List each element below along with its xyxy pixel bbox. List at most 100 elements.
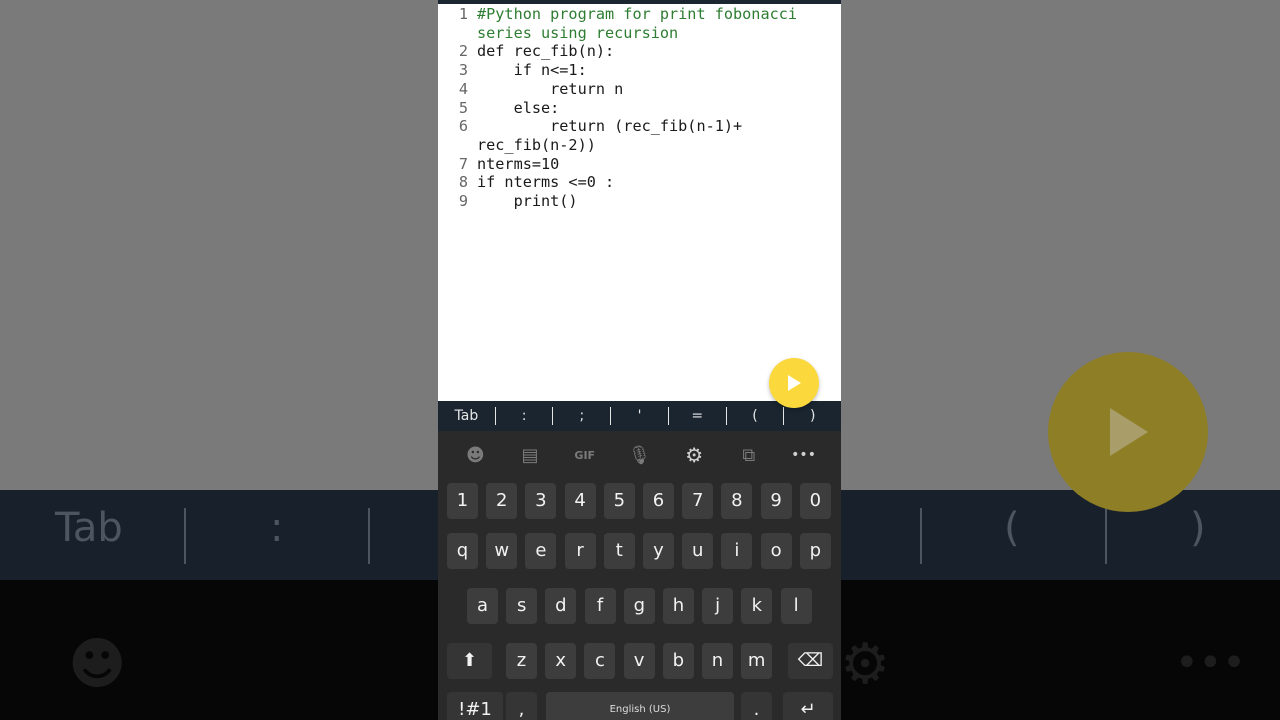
run-button[interactable] [769,358,819,408]
symbols-key[interactable]: !#1 [447,692,503,720]
key-z[interactable]: z [506,643,537,679]
code-line: 2 def rec_fib(n): [438,42,841,61]
line-number: 2 [458,42,468,61]
code-line: rec_fib(n-2)) [438,136,841,155]
background-open-paren-label: ( [1004,505,1020,551]
enter-key[interactable]: ↵ [783,692,833,720]
sticker-icon[interactable]: ▤ [510,445,550,466]
background-divider [368,508,370,564]
key-q[interactable]: q [447,533,478,569]
background-divider [920,508,922,564]
more-icon[interactable]: ••• [784,447,824,463]
symbol-key[interactable]: ' [611,408,668,424]
key-e[interactable]: e [525,533,557,569]
phone-screen: 1 #Python program for print fobonacci seri… [438,0,841,720]
background-more-icon: ••• [1175,640,1246,686]
key-m[interactable]: m [741,643,773,679]
key-a[interactable]: a [467,588,498,624]
key-0[interactable]: 0 [799,483,831,519]
key-1[interactable]: 1 [447,483,478,519]
line-number: 8 [458,173,468,192]
background-close-paren-label: ) [1190,505,1206,551]
line-text: def rec_fib(n): [477,42,615,61]
key-w[interactable]: w [486,533,518,569]
key-6[interactable]: 6 [643,483,674,519]
symbol-key[interactable]: ) [784,408,841,424]
shift-key[interactable]: ⬆ [447,643,492,679]
background-divider [1105,508,1107,564]
translate-icon[interactable]: ⧉ [729,445,769,466]
play-icon [788,375,801,391]
key-y[interactable]: y [643,533,674,569]
code-line: 7 nterms=10 [438,155,841,174]
key-u[interactable]: u [682,533,714,569]
key-7[interactable]: 7 [682,483,714,519]
line-number [438,24,468,43]
key-h[interactable]: h [663,588,694,624]
key-j[interactable]: j [702,588,734,624]
key-2[interactable]: 2 [486,483,518,519]
background-divider [184,508,186,564]
key-f[interactable]: f [584,588,616,624]
symbol-key[interactable]: ( [727,408,784,424]
line-text: if n<=1: [477,61,587,80]
code-line: 4 return n [438,80,841,99]
line-number: 7 [458,154,468,173]
key-3[interactable]: 3 [525,483,557,519]
backspace-key[interactable]: ⌫ [788,643,833,679]
key-4[interactable]: 4 [564,483,596,519]
line-text: print() [477,192,578,211]
key-t[interactable]: t [603,533,635,569]
line-number: 4 [458,79,468,98]
symbol-key[interactable]: ; [553,408,610,424]
line-number: 1 [458,5,468,23]
space-bar[interactable]: English (US) [546,692,734,720]
virtual-keyboard: ☻ ▤ GIF 🎙 ⚙ ⧉ ••• 1234567890 qwertyuiop as… [438,431,841,720]
code-editor[interactable]: 1 #Python program for print fobonacci seri… [438,4,841,401]
line-text: series using recursion [477,23,679,42]
line-text: rec_fib(n-2)) [477,135,596,154]
emoji-icon[interactable]: ☻ [455,445,495,466]
key-p[interactable]: p [799,533,831,569]
key-l[interactable]: l [780,588,812,624]
key-g[interactable]: g [623,588,655,624]
gif-icon[interactable]: GIF [565,449,605,462]
code-line: 8 if nterms <=0 : [438,173,841,192]
key-s[interactable]: s [506,588,538,624]
background-emoji-icon: ☻ [68,632,127,697]
key-9[interactable]: 9 [760,483,792,519]
key-o[interactable]: o [760,533,792,569]
key-b[interactable]: b [662,643,694,679]
key-d[interactable]: d [545,588,577,624]
keyboard-toolbar: ☻ ▤ GIF 🎙 ⚙ ⧉ ••• [438,431,841,479]
line-text: #Python program for print fobonacci [477,5,798,23]
settings-icon[interactable]: ⚙ [674,443,714,467]
key-x[interactable]: x [545,643,577,679]
line-number: 5 [458,98,468,117]
key-r[interactable]: r [564,533,596,569]
key-n[interactable]: n [702,643,733,679]
background-colon-label: : [270,505,284,551]
key-period[interactable]: . [741,692,772,720]
line-text: return n [477,79,624,98]
code-line: series using recursion [438,24,841,43]
key-8[interactable]: 8 [721,483,753,519]
key-i[interactable]: i [721,533,753,569]
key-comma[interactable]: , [506,692,537,720]
symbol-key[interactable]: Tab [438,408,495,424]
key-c[interactable]: c [584,643,616,679]
code-line: 1 #Python program for print fobonacci [438,5,841,24]
line-text: nterms=10 [477,154,560,173]
line-text: return (rec_fib(n-1)+ [477,117,743,136]
symbol-key[interactable]: = [669,408,726,424]
code-line: 9 print() [438,192,841,211]
line-number: 9 [458,192,468,211]
key-k[interactable]: k [741,588,773,624]
mic-icon[interactable]: 🎙 [619,445,659,466]
line-number: 3 [458,61,468,80]
code-line: 5 else: [438,99,841,118]
key-v[interactable]: v [623,643,655,679]
symbol-key[interactable]: : [496,408,553,424]
line-text: if nterms <=0 : [477,173,615,192]
key-5[interactable]: 5 [603,483,635,519]
